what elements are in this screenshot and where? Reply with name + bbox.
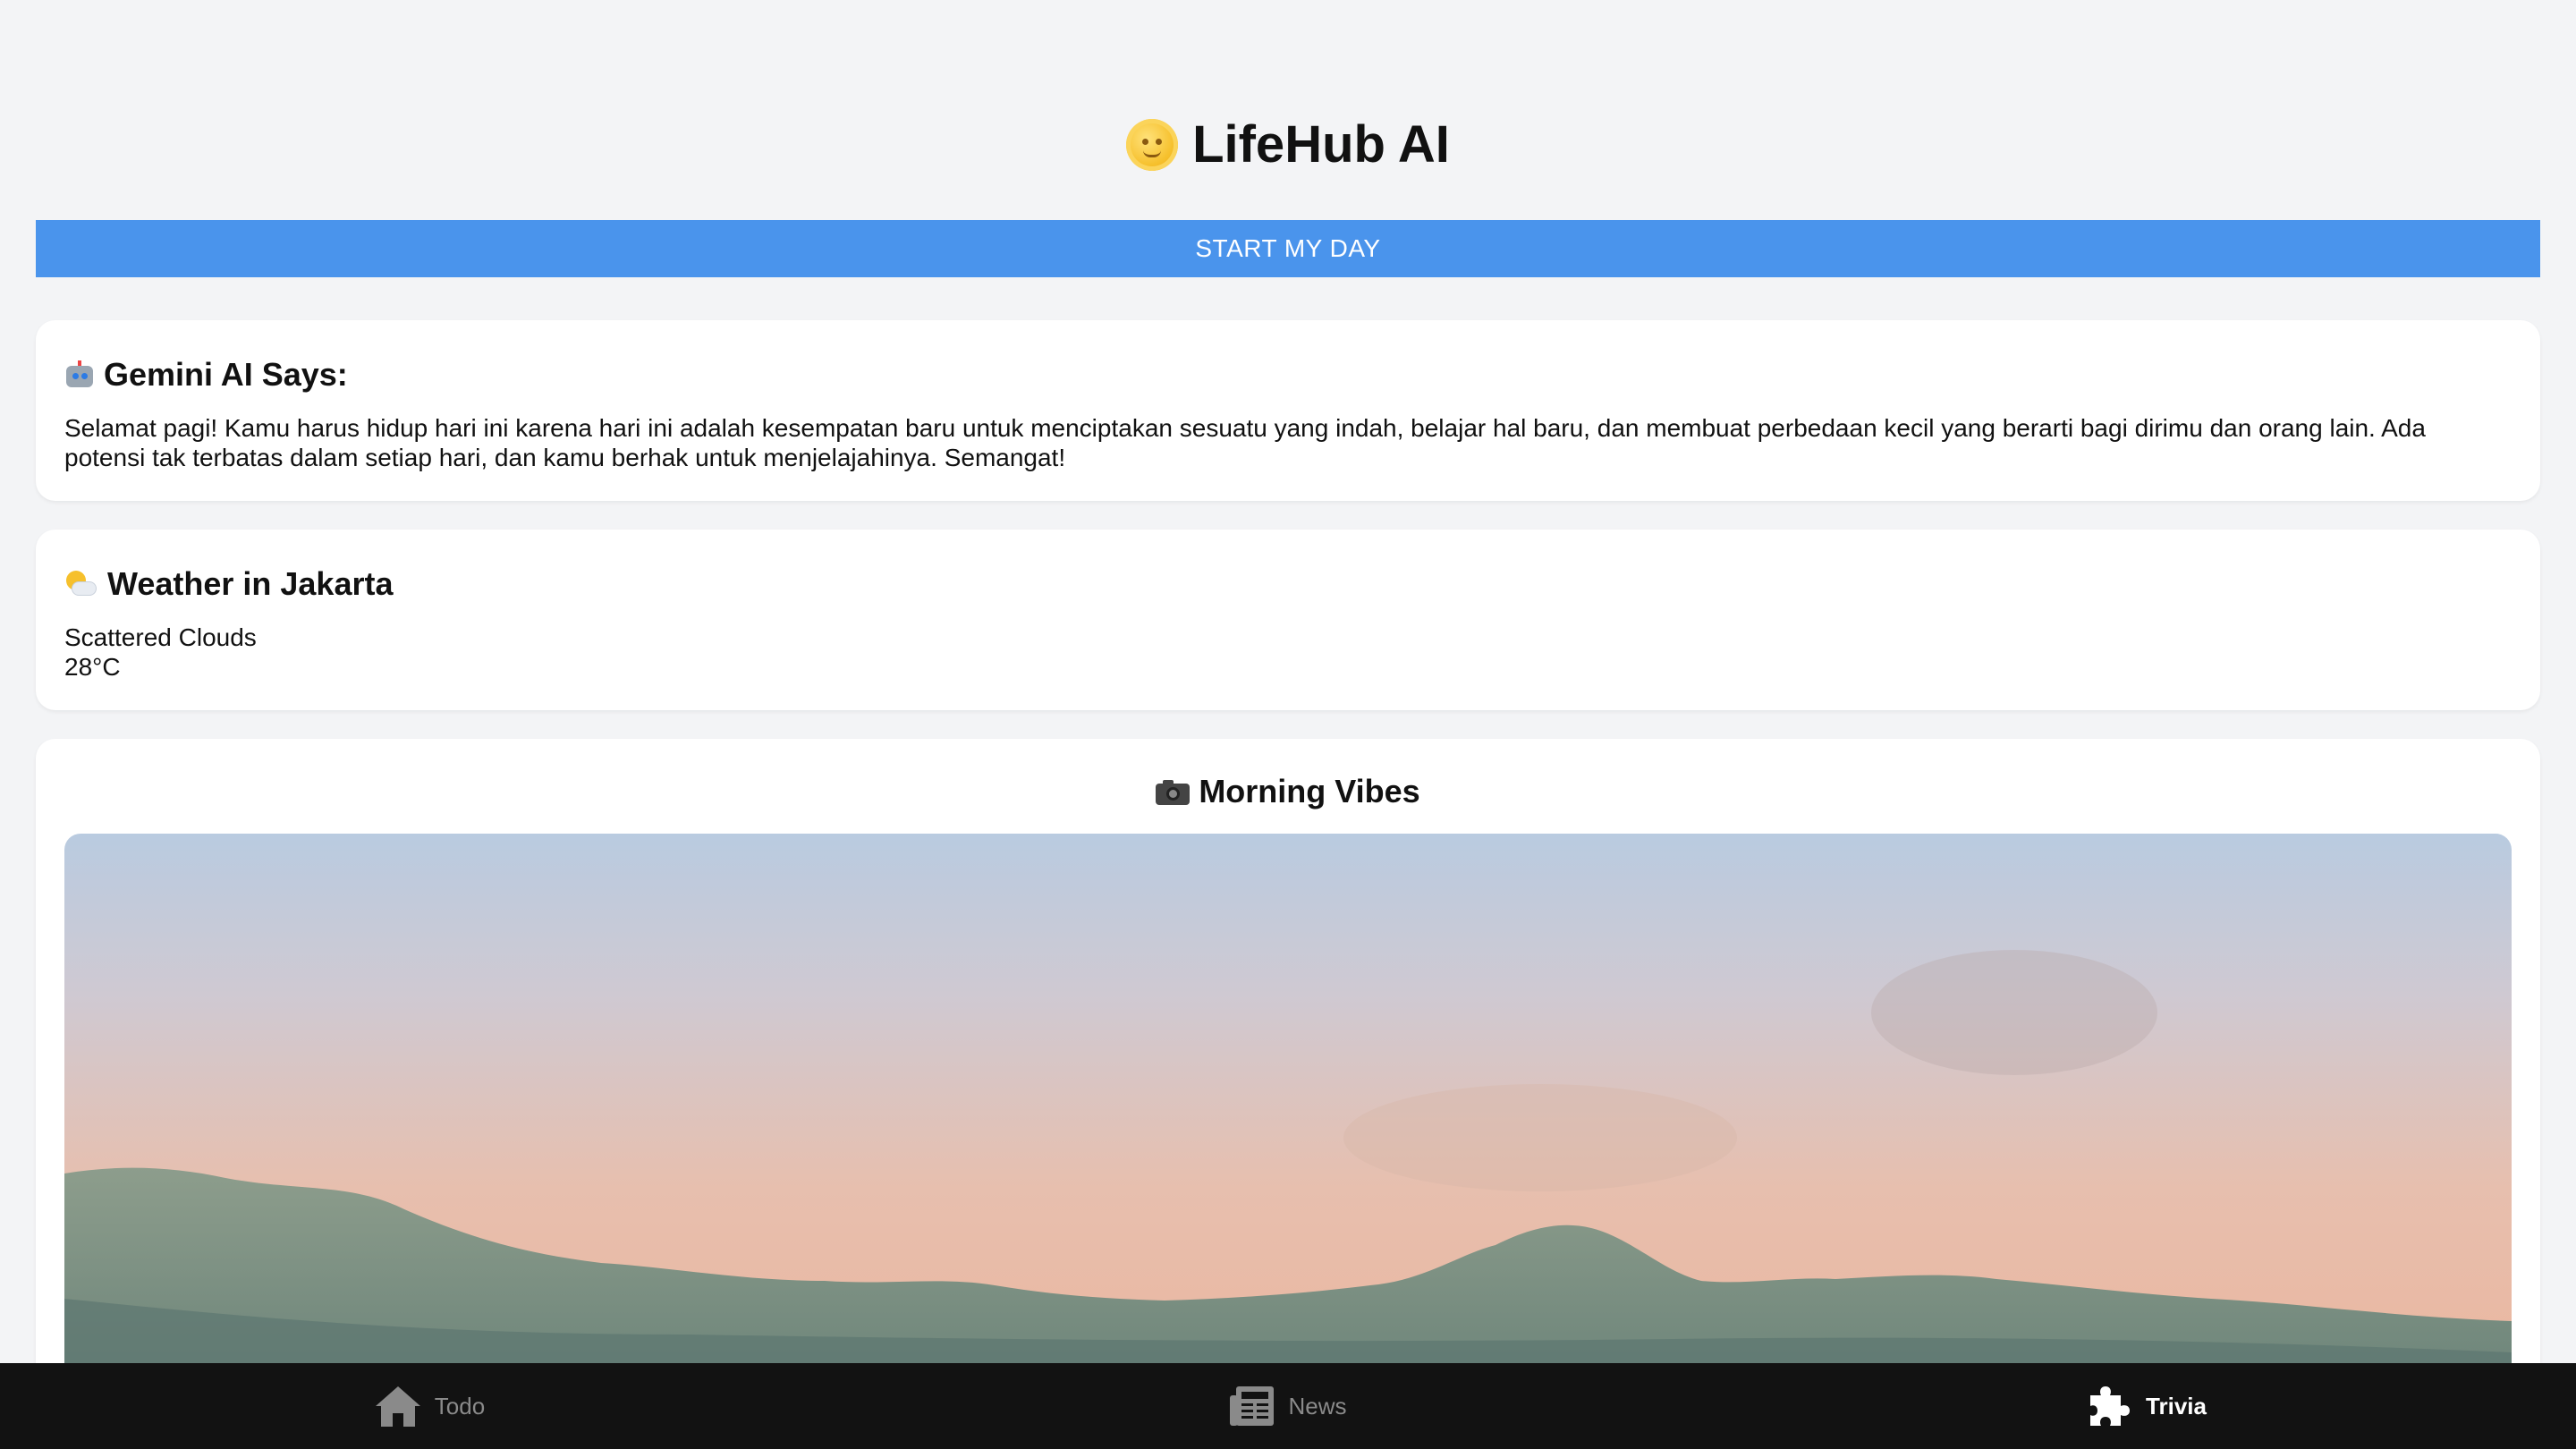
robot-icon: [64, 360, 95, 389]
weather-heading-text: Weather in Jakarta: [107, 565, 394, 602]
bottom-nav: Todo News Trivia: [0, 1363, 2576, 1449]
home-icon: [374, 1384, 422, 1428]
puzzle-icon: [2087, 1383, 2133, 1429]
weather-temperature: 28°C: [64, 653, 121, 681]
app-title-text: LifeHub AI: [1192, 115, 1450, 174]
weather-details: Scattered Clouds 28°C: [64, 623, 2512, 682]
camera-icon: [1156, 778, 1191, 805]
sunrise-mountain-photo: [64, 834, 2512, 1449]
nav-item-trivia[interactable]: Trivia: [1717, 1363, 2576, 1449]
nav-item-news[interactable]: News: [859, 1363, 1717, 1449]
morning-vibes-card: Morning Vibes: [36, 739, 2540, 1449]
morning-vibes-heading: Morning Vibes: [36, 769, 2540, 814]
sun-face-icon: [1126, 119, 1179, 171]
newspaper-icon: [1229, 1385, 1275, 1428]
gemini-heading-text: Gemini AI Says:: [104, 356, 348, 393]
nav-item-todo[interactable]: Todo: [0, 1363, 859, 1449]
start-my-day-button[interactable]: START MY DAY: [36, 220, 2540, 277]
nav-label-trivia: Trivia: [2146, 1392, 2207, 1419]
nav-label-news: News: [1288, 1392, 1347, 1419]
gemini-heading: Gemini AI Says:: [64, 352, 348, 397]
app-title: LifeHub AI: [0, 109, 2576, 181]
morning-vibes-heading-text: Morning Vibes: [1199, 773, 1420, 809]
gemini-card: Gemini AI Says: Selamat pagi! Kamu harus…: [36, 320, 2540, 501]
sun-behind-cloud-icon: [64, 569, 98, 599]
gemini-message: Selamat pagi! Kamu harus hidup hari ini …: [64, 414, 2426, 471]
nav-label-todo: Todo: [434, 1392, 486, 1419]
weather-heading: Weather in Jakarta: [64, 562, 393, 606]
weather-card: Weather in Jakarta Scattered Clouds 28°C: [36, 530, 2540, 710]
page: LifeHub AI START MY DAY Gemini AI Says: …: [0, 0, 2576, 1449]
weather-condition: Scattered Clouds: [64, 623, 257, 651]
